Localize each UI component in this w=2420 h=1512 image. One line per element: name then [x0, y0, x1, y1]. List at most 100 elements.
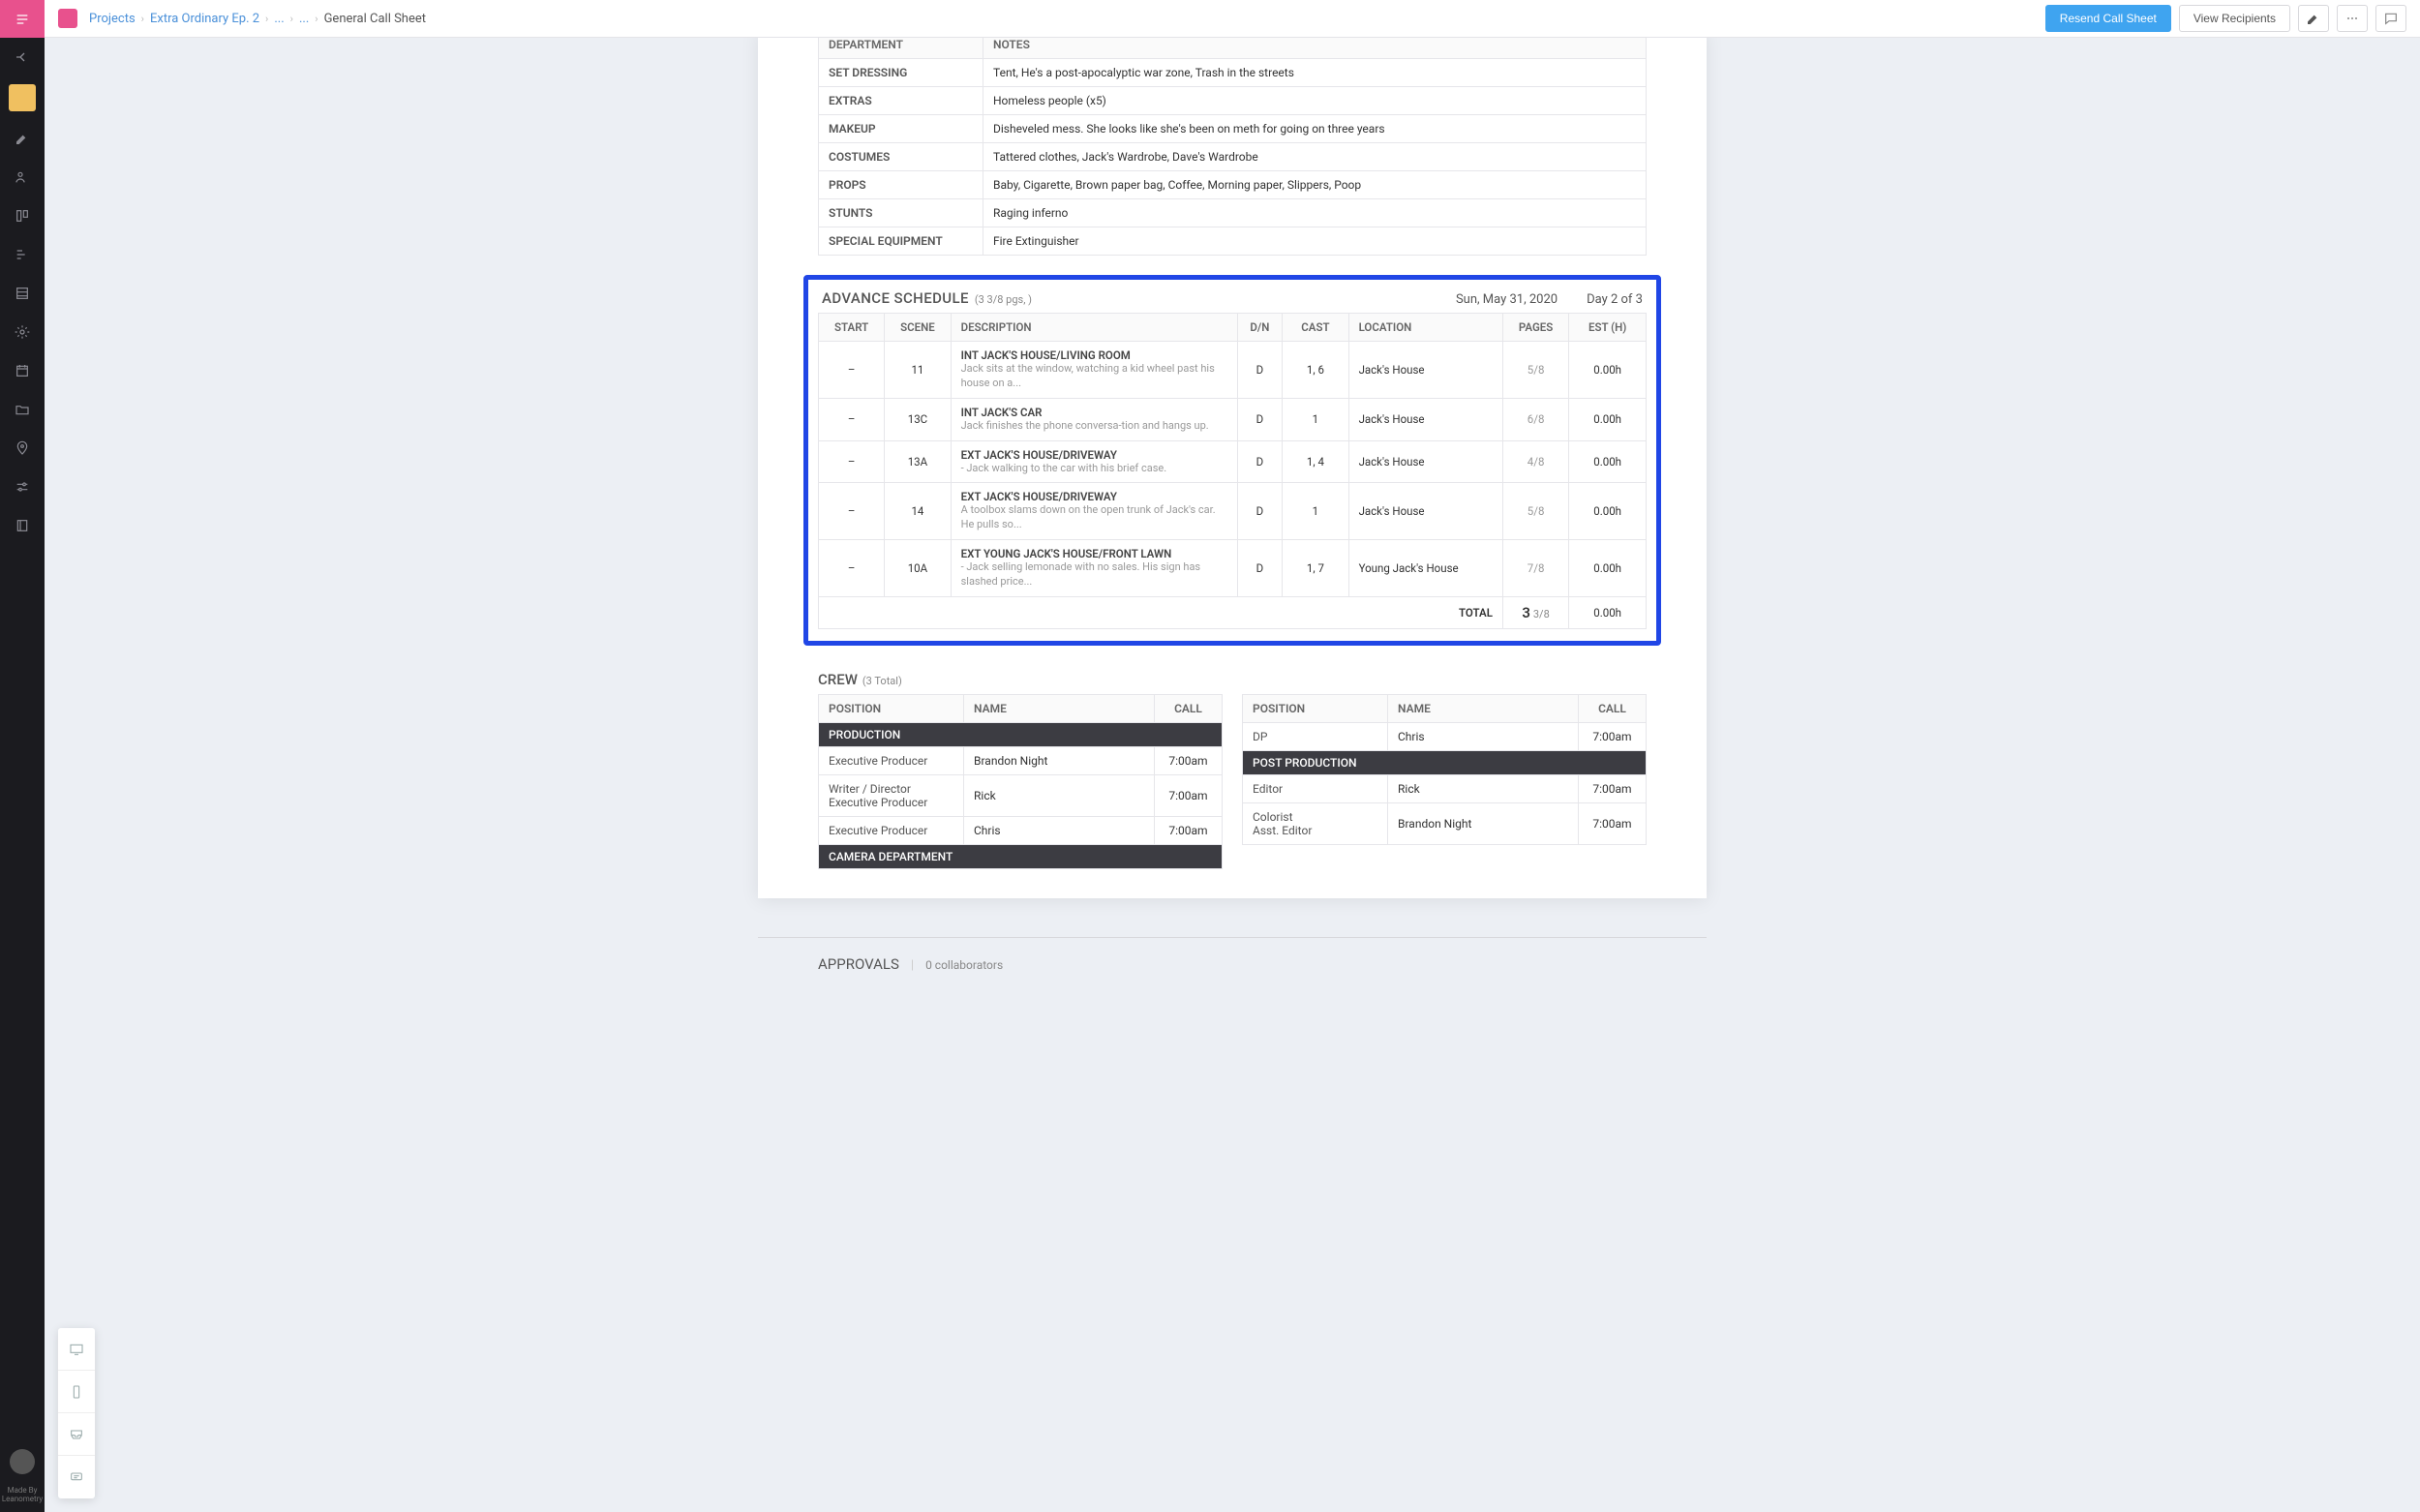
col-position: POSITION	[819, 694, 964, 722]
col-name: NAME	[964, 694, 1155, 722]
col-call: CALL	[1155, 694, 1223, 722]
app-logo[interactable]	[0, 0, 45, 38]
crew-row[interactable]: EditorRick7:00am	[1243, 774, 1647, 802]
dept-cell: COSTUMES	[819, 143, 983, 171]
col-notes: NOTES	[983, 38, 1647, 59]
total-est: 0.00h	[1569, 596, 1647, 628]
edit-button[interactable]	[2298, 5, 2329, 32]
total-label: TOTAL	[819, 596, 1503, 628]
crew-section: CAMERA DEPARTMENT	[819, 844, 1223, 868]
schedule-row[interactable]: – 13C INT JACK'S CARJack finishes the ph…	[819, 398, 1647, 440]
col-name: NAME	[1388, 694, 1579, 722]
advance-schedule: ADVANCE SCHEDULE (3 3/8 pgs, ) Sun, May …	[803, 275, 1661, 646]
call-sheet: DEPARTMENT NOTES SET DRESSINGTent, He's …	[758, 38, 1707, 898]
advance-title: ADVANCE SCHEDULE	[822, 289, 969, 307]
book-icon[interactable]	[0, 506, 45, 545]
crumb-projects[interactable]: Projects	[89, 12, 136, 26]
view-recipients-button[interactable]: View Recipients	[2179, 5, 2290, 32]
col-department: DEPARTMENT	[819, 38, 983, 59]
crew-row[interactable]: ColoristAsst. EditorBrandon Night7:00am	[1243, 802, 1647, 844]
crew-section: POST PRODUCTION	[1243, 750, 1647, 774]
dept-cell: SET DRESSING	[819, 59, 983, 87]
user-avatar[interactable]	[10, 1449, 35, 1474]
notes-cell: Tattered clothes, Jack's Wardrobe, Dave'…	[983, 143, 1647, 171]
crew-section: PRODUCTION	[819, 722, 1223, 746]
col-start: START	[819, 314, 885, 342]
chevron-right-icon: ›	[315, 13, 318, 25]
content-scroll[interactable]: DEPARTMENT NOTES SET DRESSINGTent, He's …	[45, 38, 2420, 1512]
total-pages: 3 3/8	[1502, 596, 1568, 628]
inbox-icon[interactable]	[58, 1413, 95, 1456]
edit-icon[interactable]	[0, 119, 45, 158]
sliders-icon[interactable]	[0, 468, 45, 506]
notes-cell: Fire Extinguisher	[983, 227, 1647, 256]
flow-icon[interactable]	[0, 235, 45, 274]
dept-cell: STUNTS	[819, 199, 983, 227]
col-scene: SCENE	[885, 314, 951, 342]
device-preview-panel	[58, 1328, 95, 1498]
crew-table-right: POSITION NAME CALL DPChris7:00amPOST PRO…	[1242, 694, 1647, 845]
schedule-row[interactable]: – 10A EXT YOUNG JACK'S HOUSE/FRONT LAWN-…	[819, 540, 1647, 597]
approvals-sub: 0 collaborators	[925, 958, 1003, 972]
back-icon[interactable]	[0, 38, 45, 76]
crew-row[interactable]: Executive ProducerBrandon Night7:00am	[819, 746, 1223, 774]
advance-sub: (3 3/8 pgs, )	[975, 293, 1032, 306]
advance-date: Sun, May 31, 2020	[1456, 292, 1558, 307]
crew-title: CREW	[818, 671, 858, 688]
resend-button[interactable]: Resend Call Sheet	[2045, 5, 2171, 32]
col-est: EST (H)	[1569, 314, 1647, 342]
crumb-mid1[interactable]: ...	[274, 12, 284, 26]
crumb-project[interactable]: Extra Ordinary Ep. 2	[150, 12, 259, 26]
col-position: POSITION	[1243, 694, 1388, 722]
dept-cell: EXTRAS	[819, 87, 983, 115]
gear-icon[interactable]	[0, 313, 45, 351]
approvals-bar: APPROVALS | 0 collaborators	[758, 937, 1707, 973]
project-badge[interactable]	[58, 9, 77, 28]
mobile-preview-icon[interactable]	[58, 1371, 95, 1413]
dept-cell: PROPS	[819, 171, 983, 199]
grid-icon[interactable]	[0, 274, 45, 313]
rail-credit: Made By Leanometry	[0, 1482, 45, 1512]
dept-cell: MAKEUP	[819, 115, 983, 143]
department-table: DEPARTMENT NOTES SET DRESSINGTent, He's …	[818, 38, 1647, 256]
pin-icon[interactable]	[0, 429, 45, 468]
schedule-row[interactable]: – 11 INT JACK'S HOUSE/LIVING ROOMJack si…	[819, 342, 1647, 399]
board-icon[interactable]	[0, 197, 45, 235]
notes-cell: Tent, He's a post-apocalyptic war zone, …	[983, 59, 1647, 87]
col-desc: DESCRIPTION	[951, 314, 1237, 342]
left-rail: Made By Leanometry	[0, 0, 45, 1512]
col-dn: D/N	[1237, 314, 1283, 342]
dept-cell: SPECIAL EQUIPMENT	[819, 227, 983, 256]
col-pages: PAGES	[1502, 314, 1568, 342]
project-thumb[interactable]	[9, 84, 36, 111]
desktop-preview-icon[interactable]	[58, 1328, 95, 1371]
crew-row[interactable]: Writer / DirectorExecutive ProducerRick7…	[819, 774, 1223, 816]
notes-cell: Homeless people (x5)	[983, 87, 1647, 115]
chat-icon[interactable]	[58, 1456, 95, 1498]
comment-button[interactable]	[2375, 5, 2406, 32]
col-loc: LOCATION	[1348, 314, 1502, 342]
topbar: Projects › Extra Ordinary Ep. 2 › ... › …	[45, 0, 2420, 38]
folder-icon[interactable]	[0, 390, 45, 429]
chevron-right-icon: ›	[290, 13, 293, 25]
more-button[interactable]	[2337, 5, 2368, 32]
chevron-right-icon: ›	[265, 13, 268, 25]
notes-cell: Raging inferno	[983, 199, 1647, 227]
approvals-title: APPROVALS	[818, 955, 899, 973]
calendar-icon[interactable]	[0, 351, 45, 390]
schedule-row[interactable]: – 13A EXT JACK'S HOUSE/DRIVEWAY- Jack wa…	[819, 440, 1647, 483]
notes-cell: Baby, Cigarette, Brown paper bag, Coffee…	[983, 171, 1647, 199]
people-icon[interactable]	[0, 158, 45, 197]
crumb-current: General Call Sheet	[324, 12, 426, 26]
schedule-table: START SCENE DESCRIPTION D/N CAST LOCATIO…	[818, 313, 1647, 629]
advance-day: Day 2 of 3	[1587, 292, 1643, 307]
crew-table-left: POSITION NAME CALL PRODUCTIONExecutive P…	[818, 694, 1223, 869]
crew-row[interactable]: DPChris7:00am	[1243, 722, 1647, 750]
crew-sub: (3 Total)	[862, 675, 902, 687]
col-cast: CAST	[1283, 314, 1348, 342]
col-call: CALL	[1579, 694, 1647, 722]
crumb-mid2[interactable]: ...	[299, 12, 309, 26]
chevron-right-icon: ›	[141, 13, 144, 25]
schedule-row[interactable]: – 14 EXT JACK'S HOUSE/DRIVEWAYA toolbox …	[819, 483, 1647, 540]
crew-row[interactable]: Executive ProducerChris7:00am	[819, 816, 1223, 844]
